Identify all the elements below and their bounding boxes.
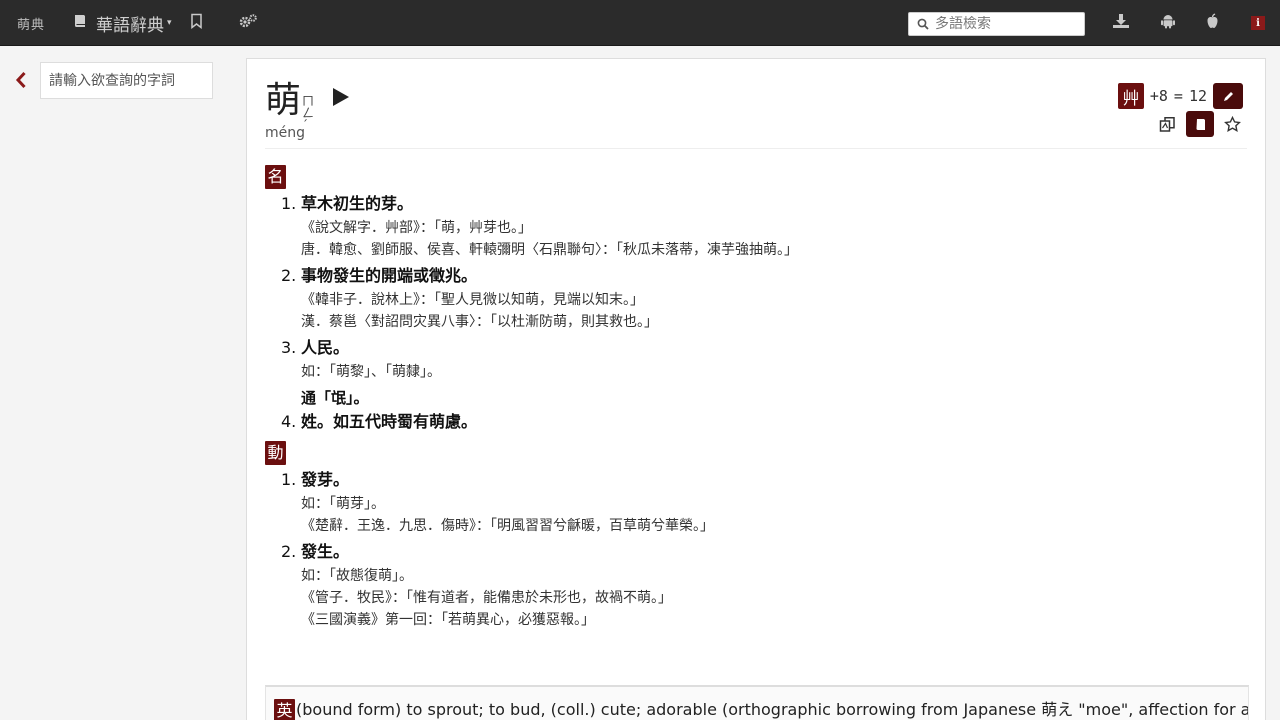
entry-pinyin: méng [265, 125, 306, 141]
example-list: 如：「萌黎」、「萌隸」。 [301, 361, 1245, 383]
chevron-left-icon [15, 71, 26, 89]
word-search-input[interactable] [40, 62, 213, 99]
copy-convert-icon [1159, 116, 1175, 132]
example-list: 《說文解字．艸部》：「萌，艸芽也。」 唐．韓愈、劉師服、侯喜、軒轅彌明〈石鼎聯句… [301, 217, 1245, 261]
book-icon [1196, 118, 1205, 130]
bookmark-button[interactable] [190, 0, 203, 46]
android-app-button[interactable] [1160, 0, 1176, 46]
example-line: 唐．韓愈、劉師服、侯喜、軒轅彌明〈石鼎聯句〉：「秋瓜未落蒂，凍芋強抽萌。」 [301, 242, 798, 258]
entry-panel: 萌 ㄇㄥˊ méng 艸 +8 = 12 名 1. 草木初生的芽。 《說文解字．… [246, 58, 1266, 720]
example-line: 《韓非子．說林上》：「聖人見微以知萌，見端以知末。」 [301, 292, 644, 308]
search-icon [917, 15, 929, 34]
dictionary-dropdown[interactable]: 華語辭典 ▾ [72, 0, 172, 46]
definition-item: 3. 人民。 [281, 338, 350, 357]
definitions: 名 1. 草木初生的芽。 《說文解字．艸部》：「萌，艸芽也。」 唐．韓愈、劉師服、… [265, 165, 1245, 635]
noun-section: 名 1. 草木初生的芽。 《說文解字．艸部》：「萌，艸芽也。」 唐．韓愈、劉師服、… [265, 165, 1245, 433]
favorite-button[interactable] [1224, 115, 1241, 133]
example-list: 如：「故態復萌」。 《管子．牧民》：「惟有道者，能備患於未形也，故禍不萌。」 《… [301, 565, 1245, 631]
convert-script-button[interactable] [1159, 116, 1176, 133]
example-line: 漢．蔡邕〈對詔問灾異八事〉：「以杜漸防萌，則其救也。」 [301, 314, 658, 330]
definition-item: 1. 草木初生的芽。 [281, 194, 414, 213]
translation-lang-tag: 英 [274, 698, 295, 720]
example-line: 《三國演義》第一回：「若萌異心，必獲惡報。」 [301, 612, 595, 628]
entry-actions [1159, 111, 1241, 137]
download-button[interactable] [1112, 0, 1130, 46]
preferences-button[interactable] [238, 0, 258, 46]
equals-sign: = [1173, 87, 1183, 105]
play-audio-button[interactable] [332, 87, 350, 112]
entry-title: 萌 [265, 80, 302, 121]
verb-def-list: 1. 發芽。 如：「萌芽」。 《楚辭．王逸．九思．傷時》：「明風習習兮龢暖，百草萌… [281, 469, 1245, 631]
english-translation: 英 (bound form) to sprout; to bud, (coll.)… [265, 685, 1249, 720]
example-line: 《管子．牧民》：「惟有道者，能備患於未形也，故禍不萌。」 [301, 590, 672, 606]
star-icon [1224, 115, 1241, 132]
radical-info: 艸 +8 = 12 [1117, 83, 1243, 109]
bookmark-icon [190, 13, 203, 33]
collapse-sidebar-button[interactable] [15, 70, 27, 94]
noun-def-list: 1. 草木初生的芽。 《說文解字．艸部》：「萌，艸芽也。」 唐．韓愈、劉師服、侯喜… [281, 193, 1245, 433]
example-list: 《韓非子．說林上》：「聖人見微以知萌，見端以知末。」 漢．蔡邕〈對詔問灾異八事〉… [301, 289, 1245, 333]
dictionary-label: 華語辭典 [96, 15, 164, 36]
info-button[interactable]: i [1251, 0, 1265, 46]
stroke-total: 12 [1188, 87, 1207, 105]
example-line: 《楚辭．王逸．九思．傷時》：「明風習習兮龢暖，百草萌兮華榮。」 [301, 518, 714, 534]
download-icon [1112, 13, 1130, 33]
multilingual-search[interactable] [908, 12, 1085, 36]
pos-tag-verb: 動 [265, 441, 286, 465]
radical-badge[interactable]: 艸 [1117, 83, 1144, 109]
apple-icon [1205, 13, 1220, 33]
definition-item: 2. 事物發生的開端或徵兆。 [281, 266, 478, 285]
verb-section: 動 1. 發芽。 如：「萌芽」。 《楚辭．王逸．九思．傷時》：「明風習習兮龢暖，百… [265, 441, 1245, 631]
example-line: 《說文解字．艸部》：「萌，艸芽也。」 [301, 220, 532, 236]
gears-icon [238, 13, 258, 33]
pos-tag-noun: 名 [265, 165, 286, 189]
example-line: 如：「萌黎」、「萌隸」。 [301, 364, 441, 380]
translation-text: (bound form) to sprout; to bud, (coll.) … [296, 700, 1249, 719]
example-line: 如：「萌芽」。 [301, 496, 385, 512]
ios-app-button[interactable] [1205, 0, 1220, 46]
caret-down-icon: ▾ [167, 18, 172, 28]
app-logo[interactable]: 萌典 [17, 0, 45, 46]
entry-title-row: 萌 ㄇㄥˊ [265, 79, 350, 131]
definition-item: 1. 發芽。 [281, 470, 350, 489]
definition-item: 4. 姓。如五代時蜀有萌慮。 [281, 412, 478, 431]
pencil-icon [1223, 91, 1233, 101]
stroke-order-button[interactable] [1213, 83, 1243, 109]
definition-item: 2. 發生。 [281, 542, 350, 561]
book-icon [72, 13, 88, 34]
stroke-extra: +8 [1149, 87, 1168, 105]
example-line: 如：「故態復萌」。 [301, 568, 413, 584]
multilingual-search-input[interactable] [935, 16, 1075, 32]
example-list: 如：「萌芽」。 《楚辭．王逸．九思．傷時》：「明風習習兮龢暖，百草萌兮華榮。」 [301, 493, 1245, 537]
cross-reference[interactable]: 通「氓」。 [301, 387, 1245, 409]
top-navbar: 萌典 華語辭典 ▾ i [0, 0, 1280, 46]
android-icon [1160, 13, 1176, 33]
info-icon: i [1251, 16, 1265, 30]
title-divider [265, 148, 1247, 149]
play-icon [333, 88, 350, 106]
dictionary-source-button[interactable] [1186, 111, 1214, 137]
